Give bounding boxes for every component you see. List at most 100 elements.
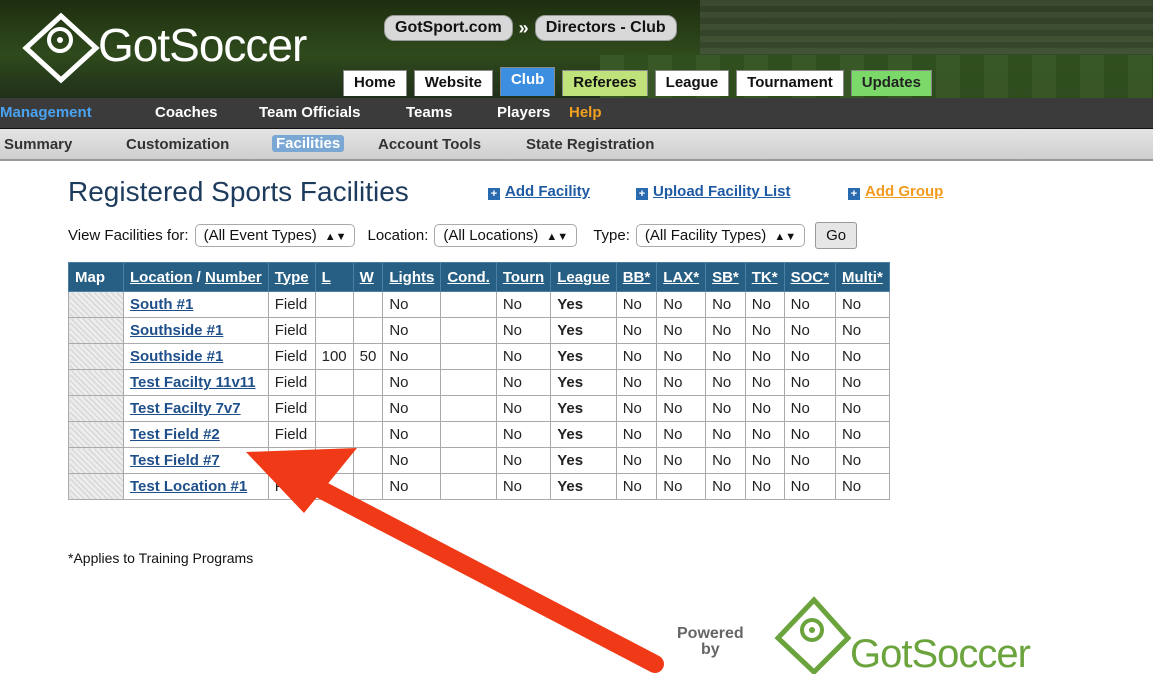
subnav-facilities[interactable]: Facilities: [272, 135, 345, 152]
sb-cell: No: [705, 343, 746, 370]
tourn-cell: No: [495, 447, 552, 474]
multi-cell: No: [834, 369, 890, 396]
col-location-number[interactable]: Location / Number: [123, 262, 269, 292]
facility-link[interactable]: South #1: [130, 296, 193, 313]
tk-cell: No: [744, 421, 785, 448]
tab-referees[interactable]: Referees: [562, 70, 648, 96]
col-lights[interactable]: Lights: [382, 262, 442, 292]
nav-teams[interactable]: Teams: [406, 104, 452, 121]
league-cell: Yes: [550, 395, 617, 422]
subnav-state-registration[interactable]: State Registration: [526, 136, 654, 153]
w-cell: [352, 395, 384, 422]
league-cell: Yes: [550, 291, 617, 318]
col-w[interactable]: W: [352, 262, 384, 292]
sb-cell: No: [705, 291, 746, 318]
breadcrumb: GotSport.com » Directors - Club: [384, 15, 677, 41]
location-cell: Test Field #2: [123, 421, 269, 448]
facility-link[interactable]: Southside #1: [130, 348, 223, 365]
lax-cell: No: [656, 369, 707, 396]
sb-cell: No: [705, 421, 746, 448]
tourn-cell: No: [495, 291, 552, 318]
primary-nav: Management Coaches Team Officials Teams …: [0, 98, 1153, 129]
soc-cell: No: [783, 473, 836, 500]
lights-cell: No: [382, 473, 442, 500]
col-soc[interactable]: SOC*: [783, 262, 836, 292]
nav-players[interactable]: Players: [497, 104, 550, 121]
location-cell: South #1: [123, 291, 269, 318]
table-row: Test Field #7 Field No No Yes No No No No No No: [68, 447, 890, 474]
col-bb[interactable]: BB*: [615, 262, 658, 292]
nav-coaches[interactable]: Coaches: [155, 104, 218, 121]
table-row: South #1 Field No No Yes No No No No No No: [68, 291, 890, 318]
facility-link[interactable]: Test Location #1: [130, 478, 247, 495]
tab-updates[interactable]: Updates: [850, 70, 932, 96]
tab-club[interactable]: Club: [499, 67, 556, 96]
subnav-summary[interactable]: Summary: [4, 136, 72, 153]
subnav-customization[interactable]: Customization: [126, 136, 229, 153]
filter-bar: View Facilities for: (All Event Types) ▲▼…: [68, 222, 858, 249]
tab-tournament[interactable]: Tournament: [736, 70, 844, 96]
site-header: GotSoccer GotSport.com » Directors - Clu…: [0, 0, 1153, 98]
league-cell: Yes: [550, 369, 617, 396]
col-tk[interactable]: TK*: [744, 262, 785, 292]
secondary-nav: Summary Customization Facilities Account…: [0, 129, 1153, 161]
nav-team-officials[interactable]: Team Officials: [259, 104, 360, 121]
bb-cell: No: [615, 317, 658, 344]
nav-management[interactable]: Management: [0, 104, 92, 121]
tab-website[interactable]: Website: [413, 70, 493, 96]
cond-cell: [440, 291, 497, 318]
col-multi[interactable]: Multi*: [834, 262, 890, 292]
l-cell: [314, 473, 354, 500]
breadcrumb-separator: »: [518, 17, 529, 38]
subnav-account-tools[interactable]: Account Tools: [378, 136, 481, 153]
lax-cell: No: [656, 473, 707, 500]
lights-cell: No: [382, 291, 442, 318]
bb-cell: No: [615, 447, 658, 474]
map-cell: [68, 369, 124, 396]
table-row: Test Facilty 11v11 Field No No Yes No No No No No…: [68, 369, 890, 396]
add-group-action[interactable]: + Add Group: [848, 183, 943, 200]
table-row: Test Location #1 Field No No Yes No No No No No No: [68, 473, 890, 500]
multi-cell: No: [834, 395, 890, 422]
upload-facility-list-action[interactable]: + Upload Facility List: [636, 183, 791, 200]
cond-cell: [440, 343, 497, 370]
sb-cell: No: [705, 473, 746, 500]
sb-cell: No: [705, 395, 746, 422]
facility-link[interactable]: Southside #1: [130, 322, 223, 339]
location-cell: Test Field #7: [123, 447, 269, 474]
add-group-link[interactable]: Add Group: [865, 183, 943, 200]
tab-home[interactable]: Home: [343, 70, 407, 96]
plus-icon: +: [488, 188, 500, 200]
facility-link[interactable]: Test Facilty 7v7: [130, 400, 241, 417]
col-type[interactable]: Type: [267, 262, 316, 292]
nav-help[interactable]: Help: [569, 104, 602, 121]
add-facility-action[interactable]: + Add Facility: [488, 183, 590, 200]
league-cell: Yes: [550, 343, 617, 370]
soc-cell: No: [783, 291, 836, 318]
add-facility-link[interactable]: Add Facility: [505, 183, 590, 200]
col-number[interactable]: Number: [205, 269, 262, 286]
col-tourn[interactable]: Tourn: [495, 262, 552, 292]
col-location[interactable]: Location: [130, 269, 193, 286]
facility-link[interactable]: Test Field #7: [130, 452, 220, 469]
col-league[interactable]: League: [550, 262, 617, 292]
facility-link[interactable]: Test Facilty 11v11: [130, 374, 256, 391]
tab-league[interactable]: League: [654, 70, 730, 96]
col-l[interactable]: L: [314, 262, 354, 292]
lax-cell: No: [656, 317, 707, 344]
upload-facility-list-link[interactable]: Upload Facility List: [653, 183, 791, 200]
col-lax[interactable]: LAX*: [656, 262, 707, 292]
facility-type-select[interactable]: (All Facility Types) ▲▼: [635, 224, 806, 247]
gotsoccer-logo-icon[interactable]: [16, 8, 106, 88]
location-select[interactable]: (All Locations) ▲▼: [434, 224, 578, 247]
site-logo-text[interactable]: GotSoccer: [98, 18, 307, 72]
breadcrumb-gotsport[interactable]: GotSport.com: [384, 15, 513, 41]
facility-link[interactable]: Test Field #2: [130, 426, 220, 443]
event-type-select[interactable]: (All Event Types) ▲▼: [194, 224, 356, 247]
breadcrumb-directors-club[interactable]: Directors - Club: [534, 15, 677, 41]
col-sb[interactable]: SB*: [705, 262, 746, 292]
go-button[interactable]: Go: [815, 222, 858, 249]
col-cond[interactable]: Cond.: [440, 262, 497, 292]
league-cell: Yes: [550, 447, 617, 474]
type-cell: Field: [267, 343, 316, 370]
